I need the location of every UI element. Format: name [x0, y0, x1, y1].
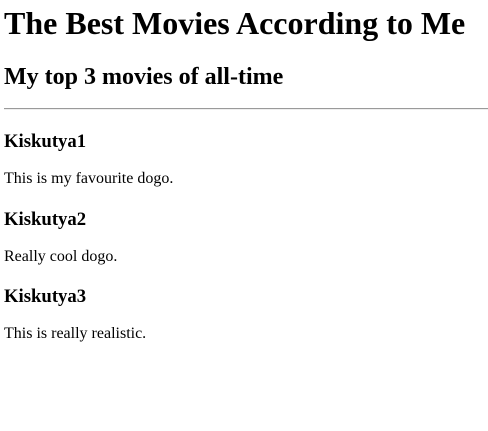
movie-title: Kiskutya1 [4, 131, 87, 152]
movie-description: This is my favourite dogo. [4, 170, 174, 187]
movie-item: Kiskutya2 Really cool dogo. [4, 209, 117, 265]
divider [4, 108, 488, 110]
page-subtitle: My top 3 movies of all-time [4, 64, 284, 90]
movie-description: This is really realistic. [4, 325, 147, 342]
movie-title: Kiskutya2 [4, 209, 87, 230]
page-title: The Best Movies According to Me [4, 5, 466, 41]
movie-title: Kiskutya3 [4, 286, 87, 307]
movie-item: Kiskutya1 This is my favourite dogo. [4, 131, 173, 187]
movie-description: Really cool dogo. [4, 248, 118, 265]
movie-item: Kiskutya3 This is really realistic. [4, 286, 146, 342]
page: The Best Movies According to Me My top 3… [0, 0, 488, 431]
